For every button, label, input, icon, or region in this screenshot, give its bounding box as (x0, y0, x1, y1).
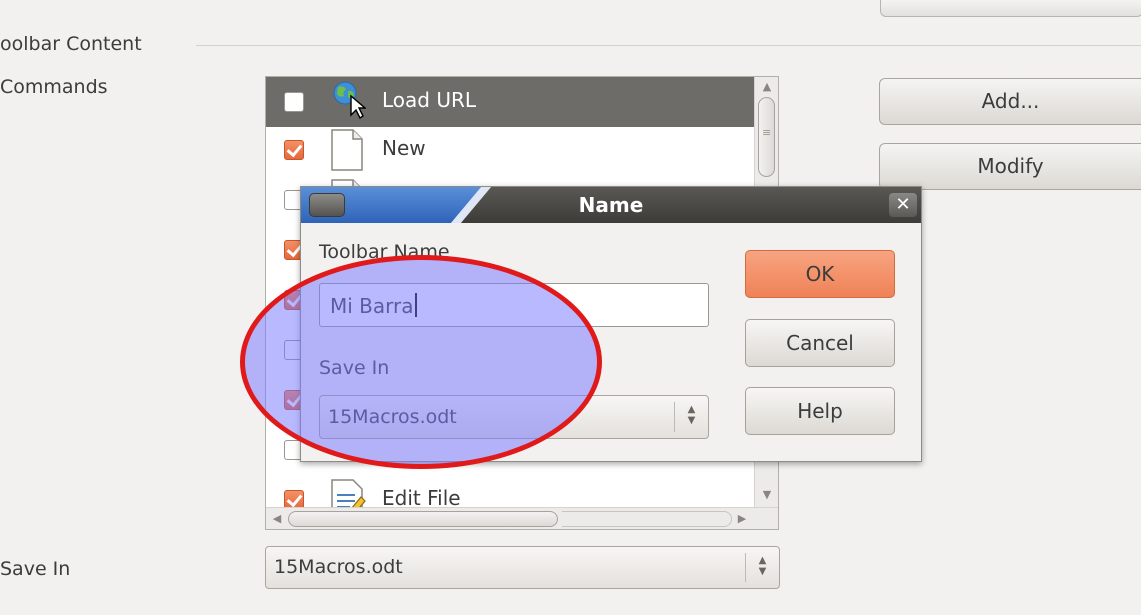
scroll-right-arrow-icon[interactable]: ▶ (734, 511, 750, 527)
horizontal-scroll-track[interactable] (562, 511, 732, 527)
cut-off-button[interactable] (880, 0, 1141, 17)
commands-label: Commands (0, 76, 108, 98)
save-in-label: Save In (0, 558, 71, 580)
dialog-save-in-combo[interactable]: 15Macros.odt ▲ ▼ (319, 395, 709, 439)
add-button[interactable]: Add... (879, 78, 1141, 125)
save-in-combo-value: 15Macros.odt (274, 556, 403, 578)
save-in-combo[interactable]: 15Macros.odt ▲ ▼ (265, 546, 780, 589)
command-label: New (382, 136, 426, 160)
dialog-titlebar[interactable]: Name ✕ (301, 187, 921, 223)
help-button-label: Help (797, 399, 843, 423)
vertical-scroll-thumb[interactable] (758, 97, 775, 177)
command-row[interactable]: Load URL (266, 77, 754, 127)
combo-spin-icon: ▲ ▼ (745, 553, 779, 582)
dialog-save-in-label: Save In (319, 357, 390, 379)
section-title-toolbar-content: oolbar Content (0, 33, 142, 55)
command-row[interactable]: New (266, 125, 754, 175)
toolbar-name-input[interactable]: Mi Barra (319, 283, 709, 327)
scroll-left-arrow-icon[interactable]: ◀ (269, 511, 285, 527)
toolbar-name-value: Mi Barra (330, 294, 414, 318)
close-icon[interactable]: ✕ (889, 193, 917, 217)
cancel-button[interactable]: Cancel (745, 319, 895, 367)
horizontal-scrollbar[interactable]: ◀ ▶ (266, 507, 778, 529)
text-caret (414, 293, 417, 317)
ok-button[interactable]: OK (745, 250, 895, 298)
cancel-button-label: Cancel (786, 331, 854, 355)
command-checkbox[interactable] (284, 140, 304, 160)
command-label: Load URL (382, 88, 477, 112)
dialog-title: Name (578, 193, 644, 217)
scroll-down-arrow-icon[interactable]: ▼ (759, 487, 775, 503)
add-button-label: Add... (981, 89, 1040, 113)
dialog-combo-spin-icon: ▲ ▼ (674, 402, 708, 432)
section-divider (196, 45, 1141, 46)
scroll-up-arrow-icon[interactable]: ▲ (759, 79, 775, 95)
new-document-icon (328, 129, 366, 171)
command-checkbox[interactable] (284, 92, 304, 112)
toolbar-name-label: Toolbar Name (319, 241, 450, 263)
modify-button[interactable]: Modify (879, 143, 1141, 190)
ok-button-label: OK (805, 262, 835, 286)
help-button[interactable]: Help (745, 387, 895, 435)
globe-icon (328, 81, 366, 123)
modify-button-label: Modify (977, 154, 1044, 178)
horizontal-scroll-thumb[interactable] (288, 511, 558, 527)
name-dialog: Name ✕ Toolbar Name Mi Barra Save In 15M… (300, 186, 922, 462)
dialog-save-in-value: 15Macros.odt (328, 406, 457, 428)
